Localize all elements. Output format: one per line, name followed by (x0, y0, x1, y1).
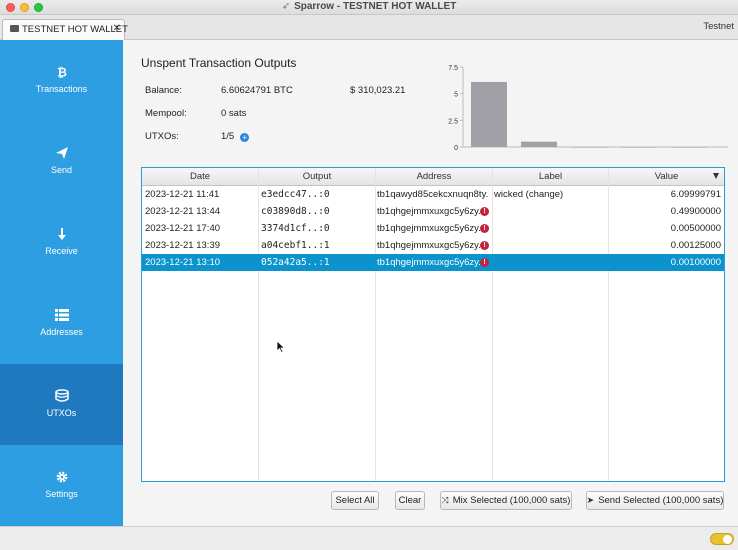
y-tick-label: 2.5 (448, 118, 458, 125)
column-header-date[interactable]: Date (142, 171, 258, 182)
receive-icon (57, 228, 66, 240)
utxo-bar-chart: 7.5 5 2.5 0 (448, 65, 728, 152)
send-icon: ➤ (586, 495, 595, 505)
output-cell: c03890d8..:0 (261, 206, 330, 217)
date-cell: 2023-12-21 17:40 (145, 223, 221, 234)
table-header: Date Output Address Label Value (142, 168, 724, 186)
mix-selected-button[interactable]: ⤨ Mix Selected (100,000 sats) (440, 491, 572, 510)
table-row-selected[interactable]: 2023-12-21 13:10 052a42a5..:1 tb1qhgejmm… (142, 254, 724, 271)
warning-icon: ! (480, 258, 489, 267)
label-cell[interactable]: wicked (change) (494, 189, 563, 200)
wallet-tabbar: TESTNET HOT WALLET ✕ Testnet (0, 15, 738, 40)
value-cell: 0.00500000 (670, 223, 721, 234)
send-icon (55, 147, 68, 159)
output-cell: 3374d1cf..:0 (261, 223, 330, 234)
sidebar-item-label: Transactions (35, 84, 88, 94)
balance-value: 6.60624791 BTC (221, 85, 293, 96)
date-cell: 2023-12-21 13:44 (145, 206, 221, 217)
shuffle-icon: ⤨ (441, 495, 449, 505)
utxos-panel: Unspent Transaction Outputs Balance: 6.6… (123, 40, 738, 526)
address-cell: tb1qhgejmmxuxgc5y6zy... (377, 240, 480, 251)
sidebar-item-receive[interactable]: Receive (0, 202, 123, 283)
value-cell: 0.00125000 (670, 240, 721, 251)
sidebar-item-label: Receive (45, 246, 78, 256)
y-tick-label: 7.5 (448, 65, 458, 72)
chart-bar (671, 146, 707, 148)
sidebar-item-label: UTXOs (46, 408, 77, 418)
utxos-count: 1/5 + (221, 131, 250, 142)
window-titlebar: ➶ Sparrow - TESTNET HOT WALLET (0, 0, 738, 15)
warning-icon: ! (480, 224, 489, 233)
add-icon[interactable]: + (240, 133, 250, 142)
chart-bar (521, 141, 557, 147)
balance-fiat-value: $ 310,023.21 (350, 85, 406, 96)
wallet-tab[interactable]: TESTNET HOT WALLET ✕ (2, 19, 128, 40)
column-header-value[interactable]: Value (609, 171, 724, 182)
output-cell: a04cebf1..:1 (261, 240, 330, 251)
column-header-output[interactable]: Output (259, 171, 375, 182)
gear-icon (56, 471, 67, 483)
clear-button[interactable]: Clear (395, 491, 425, 510)
utxos-label: UTXOs: (145, 131, 179, 142)
address-cell: tb1qawyd85cekcxnuqn8ty... (377, 189, 489, 200)
sidebar-item-label: Send (50, 165, 73, 175)
sparrow-logo-icon: ➶ (281, 1, 291, 12)
status-bar (0, 526, 738, 550)
sidebar-item-settings[interactable]: Settings (0, 445, 123, 526)
chart-bar (571, 146, 607, 148)
sidebar-item-label: Settings (45, 489, 78, 499)
mouse-cursor-icon (276, 340, 285, 353)
warning-icon: ! (480, 241, 489, 250)
mempool-label: Mempool: (145, 108, 187, 119)
sidebar-item-transactions[interactable]: ₿ Transactions (0, 40, 123, 121)
select-all-button[interactable]: Select All (331, 491, 379, 510)
output-cell: 052a42a5..:1 (261, 257, 330, 268)
svg-text:₿: ₿ (57, 66, 67, 80)
sidebar-item-addresses[interactable]: Addresses (0, 283, 123, 364)
coins-icon (54, 389, 69, 402)
date-cell: 2023-12-21 11:41 (145, 189, 220, 200)
address-cell: tb1qhgejmmxuxgc5y6zy... (377, 257, 480, 268)
table-row[interactable]: 2023-12-21 11:41 e3edcc47..:0 tb1qawyd85… (142, 186, 724, 203)
warning-icon: ! (480, 207, 489, 216)
mempool-value: 0 sats (221, 108, 247, 119)
column-header-address[interactable]: Address (376, 171, 492, 182)
connection-toggle[interactable] (710, 533, 734, 545)
sidebar-item-label: Addresses (40, 327, 83, 337)
bitcoin-icon: ₿ (57, 66, 67, 80)
send-selected-button[interactable]: ➤ Send Selected (100,000 sats) (586, 491, 724, 510)
address-cell: tb1qhgejmmxuxgc5y6zy... (377, 206, 480, 217)
sidebar: ₿ Transactions Send Receive Addresses UT… (0, 40, 123, 526)
utxo-table: Date Output Address Label Value 2023-12-… (141, 167, 725, 482)
balance-label: Balance: (145, 85, 182, 96)
value-cell: 0.49900000 (670, 206, 721, 217)
value-cell: 0.00100000 (670, 257, 721, 268)
sidebar-item-utxos[interactable]: UTXOs (0, 364, 123, 445)
close-tab-icon[interactable]: ✕ (113, 23, 121, 34)
addresses-icon (54, 309, 69, 321)
value-cell: 6.09999791 (670, 189, 721, 200)
chart-bar (621, 146, 657, 148)
wallet-icon (10, 25, 19, 32)
window-title: ➶ Sparrow - TESTNET HOT WALLET (281, 1, 457, 12)
address-cell: tb1qhgejmmxuxgc5y6zy... (377, 223, 480, 234)
page-title: Unspent Transaction Outputs (141, 56, 297, 70)
column-header-label[interactable]: Label (493, 171, 608, 182)
date-cell: 2023-12-21 13:39 (145, 240, 221, 251)
chart-bar (471, 81, 507, 147)
y-tick-label: 5 (454, 92, 458, 99)
table-row[interactable]: 2023-12-21 13:44 c03890d8..:0 tb1qhgejmm… (142, 203, 724, 220)
date-cell: 2023-12-21 13:10 (145, 257, 221, 268)
output-cell: e3edcc47..:0 (261, 189, 330, 200)
table-row[interactable]: 2023-12-21 13:39 a04cebf1..:1 tb1qhgejmm… (142, 237, 724, 254)
sidebar-item-send[interactable]: Send (0, 121, 123, 202)
network-label: Testnet (703, 21, 734, 32)
sort-descending-icon[interactable] (713, 173, 719, 179)
table-row[interactable]: 2023-12-21 17:40 3374d1cf..:0 tb1qhgejmm… (142, 220, 724, 237)
y-tick-label: 0 (454, 145, 458, 152)
